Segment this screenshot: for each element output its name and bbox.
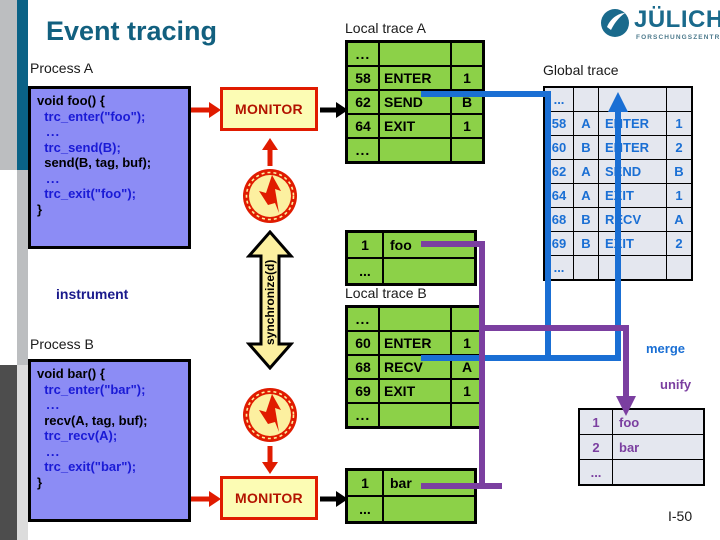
code-b-line: ... <box>37 397 61 412</box>
unify-connector <box>421 241 636 489</box>
page-number: I-50 <box>668 508 693 524</box>
left-stripe-light-bottom <box>17 365 28 540</box>
code-a-line: trc_exit("foo"); <box>37 186 136 201</box>
table-cell: ... <box>345 137 380 164</box>
table-row: ... <box>345 40 485 67</box>
arrow-clock-b-to-monitor <box>262 446 278 474</box>
table-cell: 2 <box>666 231 693 256</box>
table-cell: ... <box>345 305 380 332</box>
left-stripe-dark <box>0 365 17 540</box>
clock-icon-a <box>243 169 297 223</box>
table-cell: ... <box>345 495 384 524</box>
label-global-trace: Global trace <box>543 62 619 78</box>
code-b-line: ... <box>37 443 61 459</box>
left-stripe-gray-middle <box>17 170 28 365</box>
table-cell <box>666 86 693 112</box>
code-a-line: trc_send(B); <box>37 139 121 155</box>
clock-icon-b <box>243 388 297 442</box>
juelich-logo-mark <box>601 9 629 37</box>
label-process-a: Process A <box>30 60 94 76</box>
code-b-line: void bar() { <box>37 366 105 381</box>
code-b-line: trc_recv(A); <box>37 428 118 443</box>
arrow-clock-a-to-monitor <box>262 138 278 166</box>
code-b-line: trc_enter("bar"); <box>37 381 146 397</box>
code-b-line: recv(A, tag, buf); <box>37 412 148 428</box>
left-stripe-teal <box>17 0 28 170</box>
table-cell: 1 <box>345 468 384 497</box>
code-block-process-a: void foo() { trc_enter("foo"); ... trc_s… <box>28 86 191 249</box>
label-process-b: Process B <box>30 336 94 352</box>
arrow-code-b-to-monitor <box>191 491 221 507</box>
code-b-line: trc_exit("bar"); <box>37 459 137 474</box>
page-title: Event tracing <box>46 16 218 46</box>
code-a-line: void foo() { <box>37 93 105 108</box>
table-cell: 1 <box>666 111 693 136</box>
logo-wordmark: JÜLICH <box>634 6 720 33</box>
logo-subtitle: FORSCHUNGSZENTRUM <box>636 34 720 41</box>
table-cell <box>450 40 485 67</box>
monitor-box-b[interactable]: MONITOR <box>220 476 318 520</box>
merge-label: merge <box>646 341 686 356</box>
code-a-line: send(B, tag, buf); <box>37 155 152 170</box>
monitor-a-label: MONITOR <box>235 101 303 117</box>
monitor-box-a[interactable]: MONITOR <box>220 87 318 131</box>
label-local-trace-a: Local trace A <box>345 20 426 36</box>
synchronize-label: synchronize(d) <box>263 259 277 345</box>
label-instrument: instrument <box>56 286 129 302</box>
table-cell: ... <box>345 257 384 286</box>
label-local-trace-b: Local trace B <box>345 285 427 301</box>
table-cell: 64 <box>345 113 380 139</box>
code-b-line: } <box>37 474 43 490</box>
table-cell: 68 <box>345 354 380 380</box>
monitor-b-label: MONITOR <box>235 490 303 506</box>
code-block-process-b: void bar() { trc_enter("bar"); ... recv(… <box>28 359 191 522</box>
table-cell: 1 <box>666 183 693 208</box>
arrow-code-a-to-monitor <box>191 102 221 118</box>
table-cell: 69 <box>345 378 380 404</box>
code-a-line: trc_enter("foo"); <box>37 108 146 124</box>
table-cell: 58 <box>345 65 380 91</box>
juelich-logo: JÜLICH FORSCHUNGSZENTRUM <box>600 6 720 48</box>
slide-canvas: JÜLICH FORSCHUNGSZENTRUM Event tracing P… <box>0 0 720 540</box>
table-cell <box>666 255 693 281</box>
table-cell: 62 <box>345 89 380 115</box>
table-cell: A <box>666 207 693 232</box>
table-cell: ... <box>345 40 380 67</box>
table-cell: 1 <box>345 230 384 259</box>
table-cell: B <box>666 159 693 184</box>
code-a-line: } <box>37 201 43 217</box>
code-a-line: ... <box>37 124 61 139</box>
table-cell: 2 <box>666 135 693 160</box>
unify-label: unify <box>660 377 692 392</box>
left-stripe-gray-top <box>0 0 17 170</box>
table-cell: ... <box>345 402 380 429</box>
table-cell <box>378 40 452 67</box>
table-cell: 60 <box>345 330 380 356</box>
code-a-line: ... <box>37 170 61 186</box>
